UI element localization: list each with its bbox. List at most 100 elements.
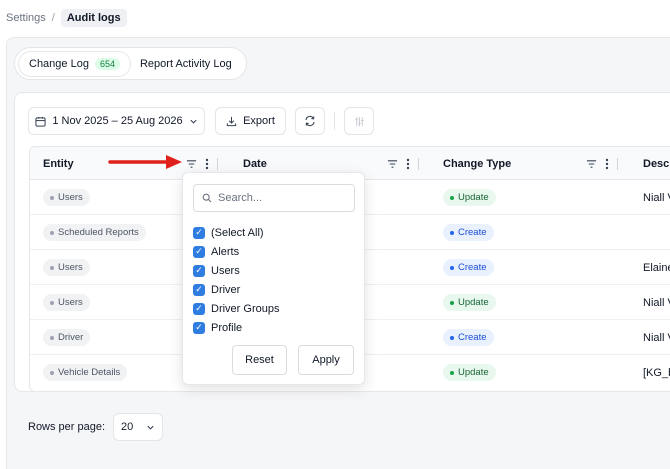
filter-option-profile[interactable]: ✓ Profile xyxy=(193,319,242,336)
column-menu-icon[interactable] xyxy=(605,158,609,170)
tab-report-activity-log-label: Report Activity Log xyxy=(139,57,232,70)
column-divider xyxy=(418,157,419,170)
change-type-text: Update xyxy=(458,192,489,203)
date-column-controls xyxy=(387,147,419,180)
change-type-badge: Update xyxy=(443,364,496,381)
entity-dot xyxy=(50,370,54,375)
breadcrumb-settings-link[interactable]: Settings xyxy=(6,12,46,24)
filter-option-label: Driver xyxy=(211,283,241,296)
entity-chip: Users xyxy=(43,189,90,206)
entity-dot xyxy=(50,265,54,270)
apply-button[interactable]: Apply xyxy=(298,345,354,375)
column-divider xyxy=(617,157,618,170)
columns-icon xyxy=(354,116,364,126)
change-type-dot xyxy=(450,230,454,235)
breadcrumb-current: Audit logs xyxy=(60,9,127,27)
rows-per-page: Rows per page: 20 xyxy=(28,413,164,441)
column-header-description[interactable]: Descr xyxy=(643,147,670,180)
description-text: Elaine xyxy=(643,261,670,274)
checkbox-checked-icon[interactable]: ✓ xyxy=(193,264,205,277)
breadcrumb-separator: / xyxy=(51,12,55,24)
change-type-dot xyxy=(450,265,454,270)
date-range-picker[interactable]: 1 Nov 2025 – 25 Aug 2026 xyxy=(28,107,205,135)
entity-text: Scheduled Reports xyxy=(58,227,139,238)
change-type-text: Update xyxy=(458,367,489,378)
entity-chip: Driver xyxy=(43,329,91,346)
filter-option-label: Users xyxy=(211,264,240,277)
filter-search-box xyxy=(193,184,355,212)
change-type-dot xyxy=(450,300,454,305)
column-header-change-type[interactable]: Change Type xyxy=(443,147,511,180)
checkbox-checked-icon[interactable]: ✓ xyxy=(193,226,205,239)
refresh-button[interactable] xyxy=(295,107,325,135)
filter-option-label: Driver Groups xyxy=(211,302,280,315)
column-settings-button[interactable] xyxy=(344,107,374,135)
filter-icon[interactable] xyxy=(186,159,197,169)
entity-dot xyxy=(50,230,54,235)
checkbox-checked-icon[interactable]: ✓ xyxy=(193,283,205,296)
filter-option-driver[interactable]: ✓ Driver xyxy=(193,281,240,298)
filter-option-label: (Select All) xyxy=(211,226,264,239)
filter-option-label: Profile xyxy=(211,321,243,334)
tab-report-activity-log[interactable]: Report Activity Log xyxy=(130,52,242,76)
filter-option-alerts[interactable]: ✓ Alerts xyxy=(193,243,239,260)
chevron-down-icon xyxy=(147,425,154,430)
description-text: Niall V xyxy=(643,331,670,344)
change-type-text: Create xyxy=(458,227,487,238)
column-menu-icon[interactable] xyxy=(406,158,410,170)
download-icon xyxy=(226,116,237,126)
annotation-arrow xyxy=(108,155,182,169)
breadcrumb: Settings / Audit logs xyxy=(6,9,127,27)
description-text: Niall V xyxy=(643,191,670,204)
toolbar-divider xyxy=(334,112,335,130)
filter-option-users[interactable]: ✓ Users xyxy=(193,262,240,279)
entity-dot xyxy=(50,195,54,200)
entity-chip: Users xyxy=(43,259,90,276)
filter-icon[interactable] xyxy=(586,159,597,169)
column-header-entity[interactable]: Entity xyxy=(43,147,74,180)
entity-chip: Scheduled Reports xyxy=(43,224,146,241)
column-divider xyxy=(217,157,218,170)
change-type-badge: Update xyxy=(443,294,496,311)
change-type-dot xyxy=(450,370,454,375)
export-label: Export xyxy=(243,115,275,127)
log-tabs: Change Log 654 Report Activity Log xyxy=(14,47,247,80)
checkbox-checked-icon[interactable]: ✓ xyxy=(193,302,205,315)
description-text: [KG_b xyxy=(643,366,670,379)
tab-change-log-label: Change Log xyxy=(29,57,89,70)
column-menu-icon[interactable] xyxy=(205,158,209,170)
entity-text: Users xyxy=(58,297,83,308)
change-type-column-controls xyxy=(586,147,618,180)
entity-text: Driver xyxy=(58,332,84,343)
entity-text: Users xyxy=(58,262,83,273)
export-button[interactable]: Export xyxy=(215,107,286,135)
rows-per-page-label: Rows per page: xyxy=(28,421,106,433)
change-type-text: Create xyxy=(458,262,487,273)
refresh-icon xyxy=(305,115,315,127)
change-type-dot xyxy=(450,335,454,340)
change-type-badge: Create xyxy=(443,224,494,241)
filter-option-label: Alerts xyxy=(211,245,240,258)
rows-per-page-value: 20 xyxy=(121,421,134,433)
change-type-text: Create xyxy=(458,332,487,343)
search-icon xyxy=(202,193,212,203)
change-log-count-badge: 654 xyxy=(94,57,120,70)
rows-per-page-select[interactable]: 20 xyxy=(113,413,164,441)
entity-text: Users xyxy=(58,192,83,203)
entity-dot xyxy=(50,335,54,340)
filter-option-select-all[interactable]: ✓ (Select All) xyxy=(193,224,264,241)
calendar-icon xyxy=(35,116,46,127)
change-type-badge: Create xyxy=(443,259,494,276)
checkbox-checked-icon[interactable]: ✓ xyxy=(193,321,205,334)
entity-chip: Users xyxy=(43,294,90,311)
tab-change-log[interactable]: Change Log 654 xyxy=(19,51,130,76)
checkbox-checked-icon[interactable]: ✓ xyxy=(193,245,205,258)
filter-search-input[interactable] xyxy=(218,192,348,204)
entity-filter-dropdown: ✓ (Select All) ✓ Alerts ✓ Users ✓ Driver ✓ Dr… xyxy=(182,172,365,385)
reset-button[interactable]: Reset xyxy=(232,345,287,375)
filter-option-driver-groups[interactable]: ✓ Driver Groups xyxy=(193,300,279,317)
description-text: Niall V xyxy=(643,296,670,309)
entity-text: Vehicle Details xyxy=(58,367,121,378)
change-type-badge: Update xyxy=(443,189,496,206)
filter-icon[interactable] xyxy=(387,159,398,169)
